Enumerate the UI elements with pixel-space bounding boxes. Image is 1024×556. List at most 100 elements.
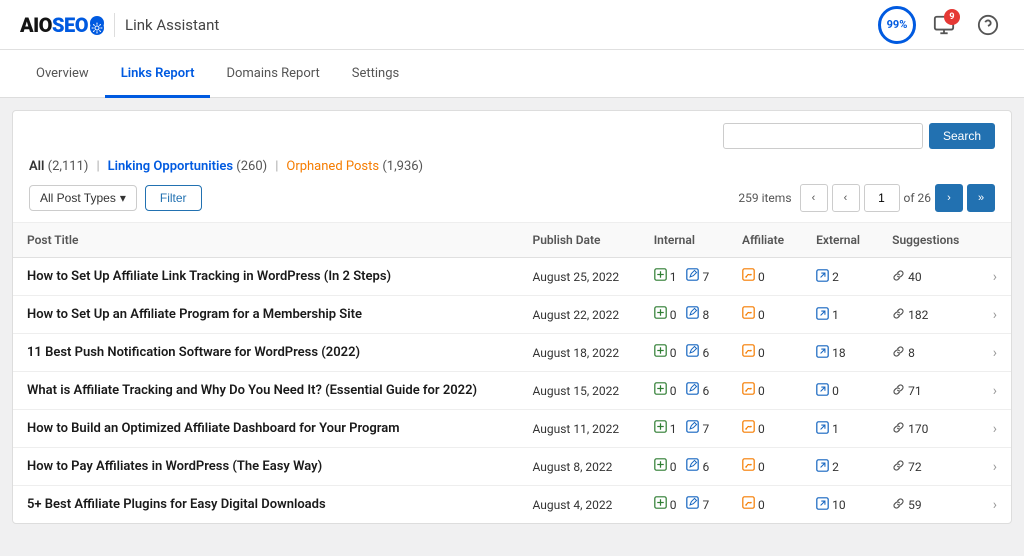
cell-post-title: How to Build an Optimized Affiliate Dash… — [13, 410, 519, 448]
internal-edit-icon — [686, 344, 699, 361]
help-icon[interactable] — [972, 9, 1004, 41]
external-icon — [816, 383, 829, 399]
tab-overview[interactable]: Overview — [20, 50, 105, 98]
monitor-icon[interactable]: 9 — [928, 9, 960, 41]
row-expand-icon[interactable]: › — [993, 421, 997, 437]
cell-affiliate: 0 — [728, 258, 802, 296]
internal-add-icon — [654, 420, 667, 437]
cell-row-arrow[interactable]: › — [979, 296, 1011, 334]
col-post-title: Post Title — [13, 223, 519, 258]
internal-edit-icon — [686, 268, 699, 285]
cell-row-arrow[interactable]: › — [979, 410, 1011, 448]
row-expand-icon[interactable]: › — [993, 307, 997, 323]
tab-settings[interactable]: Settings — [336, 50, 415, 98]
suggestions-link-icon — [892, 269, 905, 285]
cell-suggestions: 71 — [878, 372, 979, 410]
internal-add-icon — [654, 344, 667, 361]
cell-post-title: How to Set Up an Affiliate Program for a… — [13, 296, 519, 334]
cell-external: 1 — [802, 410, 878, 448]
cell-post-title: 5+ Best Affiliate Plugins for Easy Digit… — [13, 486, 519, 524]
logo-seo: SE — [52, 13, 75, 37]
cell-row-arrow[interactable]: › — [979, 258, 1011, 296]
external-icon — [816, 345, 829, 361]
page-number-input[interactable]: 1 — [864, 184, 900, 212]
filter-bar: Search All (2,111) | Linking Opportuniti… — [13, 111, 1011, 223]
cell-external: 18 — [802, 334, 878, 372]
col-internal: Internal — [640, 223, 728, 258]
affiliate-icon — [742, 306, 755, 323]
row-expand-icon[interactable]: › — [993, 459, 997, 475]
cell-publish-date: August 22, 2022 — [519, 296, 640, 334]
cell-row-arrow[interactable]: › — [979, 448, 1011, 486]
table-row: How to Build an Optimized Affiliate Dash… — [13, 410, 1011, 448]
cell-publish-date: August 4, 2022 — [519, 486, 640, 524]
cell-affiliate: 0 — [728, 448, 802, 486]
affiliate-icon — [742, 382, 755, 399]
table-row: 5+ Best Affiliate Plugins for Easy Digit… — [13, 486, 1011, 524]
search-button[interactable]: Search — [929, 123, 995, 149]
row-expand-icon[interactable]: › — [993, 497, 997, 513]
col-affiliate: Affiliate — [728, 223, 802, 258]
table-header-row: Post Title Publish Date Internal Affilia… — [13, 223, 1011, 258]
logo-o-gear: O — [75, 13, 104, 37]
suggestions-link-icon — [892, 497, 905, 513]
cell-row-arrow[interactable]: › — [979, 334, 1011, 372]
external-icon — [816, 421, 829, 437]
cell-internal: 1 7 — [640, 258, 728, 296]
nav-tabs: Overview Links Report Domains Report Set… — [0, 50, 1024, 98]
table-row: What is Affiliate Tracking and Why Do Yo… — [13, 372, 1011, 410]
cell-post-title: How to Pay Affiliates in WordPress (The … — [13, 448, 519, 486]
header-left: AIOSE O Link Assistant — [20, 13, 219, 37]
tab-domains-report[interactable]: Domains Report — [210, 50, 335, 98]
chevron-down-icon: ▾ — [120, 191, 126, 205]
row-expand-icon[interactable]: › — [993, 269, 997, 285]
post-types-dropdown[interactable]: All Post Types ▾ — [29, 185, 137, 211]
affiliate-icon — [742, 496, 755, 513]
cell-internal: 0 6 — [640, 448, 728, 486]
cell-internal: 0 7 — [640, 486, 728, 524]
filter-orphaned-posts[interactable]: Orphaned Posts (1,936) — [286, 159, 423, 174]
page-last-button[interactable]: » — [967, 184, 995, 212]
filter-all[interactable]: All (2,111) — [29, 159, 88, 174]
search-row: Search — [29, 123, 995, 149]
cell-row-arrow[interactable]: › — [979, 486, 1011, 524]
cell-post-title: 11 Best Push Notification Software for W… — [13, 334, 519, 372]
cell-row-arrow[interactable]: › — [979, 372, 1011, 410]
suggestions-link-icon — [892, 345, 905, 361]
cell-affiliate: 0 — [728, 334, 802, 372]
page-next-button[interactable]: › — [935, 184, 963, 212]
logo-text: AIO — [20, 13, 52, 37]
table-row: 11 Best Push Notification Software for W… — [13, 334, 1011, 372]
search-input[interactable] — [723, 123, 923, 149]
internal-add-icon — [654, 496, 667, 513]
cell-publish-date: August 8, 2022 — [519, 448, 640, 486]
page-first-button[interactable]: ‹ — [800, 184, 828, 212]
suggestions-link-icon — [892, 459, 905, 475]
table-row: How to Pay Affiliates in WordPress (The … — [13, 448, 1011, 486]
affiliate-icon — [742, 420, 755, 437]
score-circle[interactable]: 99% — [878, 6, 916, 44]
suggestions-link-icon — [892, 383, 905, 399]
page-prev-button[interactable]: ‹ — [832, 184, 860, 212]
cell-internal: 0 6 — [640, 372, 728, 410]
external-icon — [816, 307, 829, 323]
filter-linking-opportunities[interactable]: Linking Opportunities (260) — [108, 159, 268, 174]
cell-internal: 0 8 — [640, 296, 728, 334]
pagination: ‹ ‹ 1 of 26 › » — [800, 184, 995, 212]
table-wrap: Post Title Publish Date Internal Affilia… — [13, 223, 1011, 523]
affiliate-icon — [742, 344, 755, 361]
internal-add-icon — [654, 268, 667, 285]
suggestions-link-icon — [892, 307, 905, 323]
row-expand-icon[interactable]: › — [993, 345, 997, 361]
tab-links-report[interactable]: Links Report — [105, 50, 211, 98]
cell-affiliate: 0 — [728, 296, 802, 334]
cell-internal: 0 6 — [640, 334, 728, 372]
cell-suggestions: 8 — [878, 334, 979, 372]
filter-button[interactable]: Filter — [145, 185, 202, 211]
row-expand-icon[interactable]: › — [993, 383, 997, 399]
header-title: Link Assistant — [125, 16, 219, 34]
cell-affiliate: 0 — [728, 486, 802, 524]
table-row: How to Set Up an Affiliate Program for a… — [13, 296, 1011, 334]
internal-add-icon — [654, 458, 667, 475]
filter-links-row: All (2,111) | Linking Opportunities (260… — [29, 159, 995, 174]
